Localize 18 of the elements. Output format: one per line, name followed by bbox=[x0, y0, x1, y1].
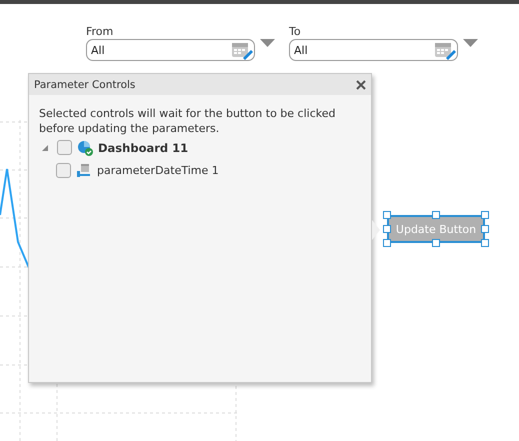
dialog-title: Parameter Controls bbox=[34, 78, 136, 90]
calendar-icon[interactable] bbox=[231, 40, 253, 60]
date-field[interactable]: All bbox=[86, 39, 255, 61]
field-label: From bbox=[86, 25, 114, 39]
dropdown-icon[interactable] bbox=[260, 39, 275, 47]
checkbox[interactable] bbox=[56, 163, 71, 178]
date-field[interactable]: All bbox=[289, 39, 458, 61]
calendar-icon[interactable] bbox=[434, 40, 456, 60]
checkbox[interactable] bbox=[57, 140, 72, 155]
close-icon[interactable] bbox=[356, 80, 366, 90]
collapse-icon[interactable] bbox=[42, 144, 48, 150]
tree-item-label[interactable]: parameterDateTime 1 bbox=[97, 164, 219, 177]
pie-chart-icon bbox=[77, 140, 93, 156]
dropdown-icon[interactable] bbox=[463, 39, 478, 47]
field-label: To bbox=[289, 25, 302, 39]
tree-item-label[interactable]: Dashboard 11 bbox=[98, 140, 188, 154]
calendar-parameter-icon bbox=[76, 162, 92, 178]
description-text: Selected controls will wait for the button to be clicked before updating the parameters. bbox=[39, 106, 336, 136]
